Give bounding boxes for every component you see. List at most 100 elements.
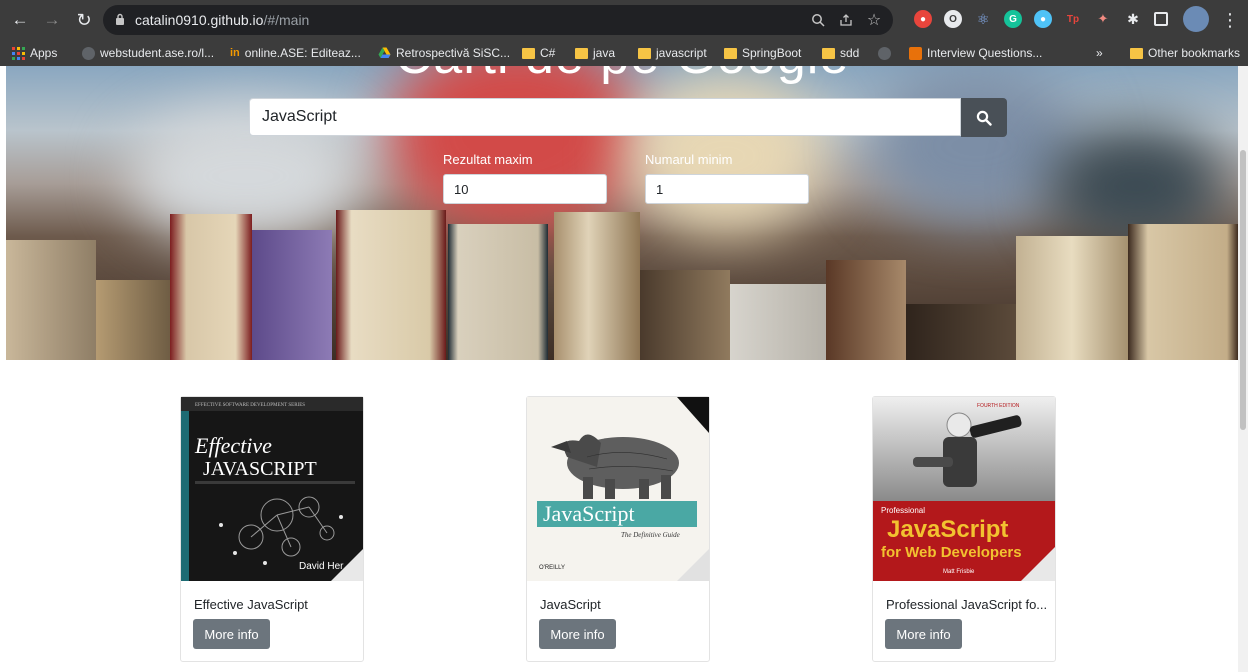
book-title: JavaScript [540, 597, 601, 612]
cover-edition-text: FOURTH EDITION [977, 403, 1020, 409]
more-info-button[interactable]: More info [193, 619, 270, 649]
search-button[interactable] [961, 98, 1007, 137]
bookmark-folder-csharp[interactable]: C# [522, 45, 555, 61]
extension-blue-icon[interactable]: ● [1034, 10, 1052, 28]
bookmark-webstudent[interactable]: webstudent.ase.ro/l... [82, 45, 214, 61]
extension-tp-icon[interactable]: Tp [1064, 10, 1082, 28]
browser-chrome: ← → ↻ catalin0910.github.io/#/main ☆ ● O… [0, 0, 1248, 66]
bookmarks-overflow-button[interactable]: » [1096, 45, 1103, 61]
google-drive-icon [378, 47, 391, 58]
globe-icon [82, 46, 95, 60]
search-input[interactable] [249, 98, 961, 136]
folder-icon [575, 47, 588, 59]
folder-icon [724, 47, 737, 59]
bookmark-apps[interactable]: Apps [12, 45, 57, 61]
book-card: JavaScript The Definitive Guide O'REILLY… [526, 396, 710, 662]
reload-icon[interactable]: ↻ [72, 8, 96, 32]
max-results-input[interactable] [443, 174, 607, 204]
address-bar[interactable]: catalin0910.github.io/#/main ☆ [103, 5, 893, 35]
book-cover-image: JavaScript The Definitive Guide O'REILLY [527, 397, 709, 581]
max-results-label: Rezultat maxim [443, 152, 533, 167]
hero-book [6, 240, 96, 360]
bookmark-other-bookmarks[interactable]: Other bookmarks [1130, 45, 1240, 61]
apps-grid-icon [12, 46, 25, 60]
hero-book [826, 260, 906, 360]
extension-react-icon[interactable]: ⚛ [974, 10, 992, 28]
book-cover-image: EFFECTIVE SOFTWARE DEVELOPMENT SERIES Ef… [181, 397, 363, 581]
bookmarks-bar: Apps webstudent.ase.ro/l... in online.AS… [0, 42, 1248, 64]
page-content: Carti de pe Google Rezultat maxim Numaru… [0, 66, 1238, 672]
hero-book [1128, 224, 1238, 360]
forward-icon[interactable]: → [40, 8, 64, 32]
page-scrollbar[interactable] [1238, 66, 1248, 672]
bookmark-globe-blank[interactable] [878, 45, 891, 61]
search-icon [976, 110, 992, 126]
book-cover-image: FOURTH EDITION Professional JavaScript f… [873, 397, 1055, 581]
hero-book [170, 214, 252, 360]
hero-book [336, 210, 446, 360]
cover-publisher-text: O'REILLY [539, 565, 565, 571]
browser-toolbar: ← → ↻ catalin0910.github.io/#/main ☆ ● O… [0, 0, 1248, 40]
min-number-label: Numarul minim [645, 152, 733, 167]
min-number-input[interactable] [645, 174, 809, 204]
bookmark-folder-java[interactable]: java [575, 45, 615, 61]
hero-book [730, 284, 826, 360]
folder-icon [822, 47, 835, 59]
star-icon[interactable]: ☆ [865, 11, 883, 29]
extension-rocket-icon[interactable]: ✦ [1094, 10, 1112, 28]
cover-title-text: JavaScript [543, 501, 635, 526]
bookmark-icon [909, 46, 922, 60]
book-title: Professional JavaScript fo... [886, 597, 1046, 612]
hero-book [554, 212, 640, 360]
zoom-icon[interactable] [809, 11, 827, 29]
bookmark-retrospectiva[interactable]: Retrospectivă SiSC... [378, 45, 510, 61]
extension-opera-icon[interactable]: O [944, 10, 962, 28]
book-cover[interactable]: EFFECTIVE SOFTWARE DEVELOPMENT SERIES Ef… [181, 397, 363, 581]
extensions-puzzle-icon[interactable]: ✱ [1124, 10, 1142, 28]
cover-author-text: Matt Frisbie [943, 569, 975, 575]
cover-title-line2: JAVASCRIPT [203, 458, 317, 480]
book-cover[interactable]: JavaScript The Definitive Guide O'REILLY [527, 397, 709, 581]
bookmark-interview-questions[interactable]: Interview Questions... [909, 45, 1042, 61]
bookmark-folder-springboot[interactable]: SpringBoot [724, 45, 801, 61]
profile-avatar[interactable] [1183, 6, 1209, 32]
back-icon[interactable]: ← [8, 8, 32, 32]
menu-kebab-icon[interactable]: ⋮ [1218, 8, 1242, 32]
cover-series-text: EFFECTIVE SOFTWARE DEVELOPMENT SERIES [195, 403, 305, 408]
hero-book [448, 224, 548, 360]
online-ase-icon: in [230, 47, 240, 59]
lock-icon [116, 13, 124, 25]
cover-subtitle-text: The Definitive Guide [621, 531, 680, 539]
book-title: Effective JavaScript [194, 597, 308, 612]
url-text: catalin0910.github.io/#/main [135, 12, 310, 28]
cover-author-text: David Her [299, 561, 344, 572]
bookmark-folder-sdd[interactable]: sdd [822, 45, 859, 61]
page-title: Carti de pe Google [6, 66, 1238, 86]
folder-icon [522, 47, 535, 59]
more-info-button[interactable]: More info [539, 619, 616, 649]
hero-book [906, 304, 1016, 360]
extension-grammarly-icon[interactable]: G [1004, 10, 1022, 28]
cover-title-line0: Professional [881, 506, 925, 515]
extension-red-icon[interactable]: ● [914, 10, 932, 28]
folder-icon [638, 47, 651, 59]
hero-banner: Carti de pe Google Rezultat maxim Numaru… [6, 66, 1238, 360]
folder-icon [1130, 47, 1143, 59]
hero-book [640, 270, 730, 360]
cover-title-line1: JavaScript [887, 516, 1008, 543]
side-panel-icon[interactable] [1154, 12, 1168, 26]
cover-title-line1: Effective [194, 433, 272, 458]
hero-book [1016, 236, 1128, 360]
book-card: FOURTH EDITION Professional JavaScript f… [872, 396, 1056, 662]
book-cover[interactable]: FOURTH EDITION Professional JavaScript f… [873, 397, 1055, 581]
bookmark-folder-javascript[interactable]: javascript [638, 45, 707, 61]
more-info-button[interactable]: More info [885, 619, 962, 649]
hero-book [252, 230, 332, 360]
book-card: EFFECTIVE SOFTWARE DEVELOPMENT SERIES Ef… [180, 396, 364, 662]
bookmark-online-ase[interactable]: in online.ASE: Editeaz... [230, 45, 361, 61]
globe-icon [878, 46, 891, 60]
share-icon[interactable] [837, 11, 855, 29]
hero-book [96, 280, 170, 360]
cover-title-line2: for Web Developers [881, 544, 1022, 561]
scrollbar-thumb[interactable] [1240, 150, 1246, 430]
